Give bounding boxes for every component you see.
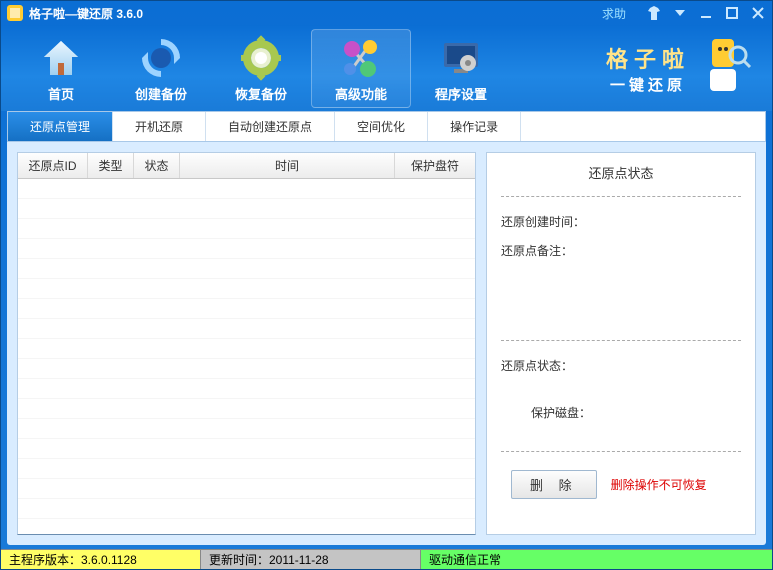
refresh-globe-icon [111,34,211,82]
workarea: 还原点ID 类型 状态 时间 保护盘符 还原点状态 还原创建时间： 还原点备注：… [7,142,766,545]
app-icon [7,5,23,21]
brand-area: 格子啦 一键还原 [511,35,762,102]
home-icon [11,34,111,82]
close-icon[interactable] [750,5,766,21]
nav-label: 首页 [11,84,111,103]
nav-advanced[interactable]: 高级功能 [311,29,411,108]
skin-icon[interactable] [646,5,662,21]
nav-label: 恢复备份 [211,84,311,103]
maximize-icon[interactable] [724,5,740,21]
delete-warning: 删除操作不可恢复 [611,476,707,493]
nav-create-backup[interactable]: 创建备份 [111,30,211,107]
content-area: 还原点管理 开机还原 自动创建还原点 空间优化 操作记录 还原点ID 类型 状态… [7,111,766,545]
gear-icon [211,34,311,82]
mascot-icon [698,35,752,102]
tab-operation-log[interactable]: 操作记录 [428,112,521,141]
titlebar: 格子啦—键还原 3.6.0 求助 [1,1,772,25]
col-time[interactable]: 时间 [180,153,395,178]
restore-point-table: 还原点ID 类型 状态 时间 保护盘符 [17,152,476,535]
nav-restore-backup[interactable]: 恢复备份 [211,30,311,107]
window-controls [646,5,766,21]
nav-label: 高级功能 [312,84,410,103]
tab-space-optimize[interactable]: 空间优化 [335,112,428,141]
nav-label: 程序设置 [411,84,511,103]
monitor-gear-icon [411,34,511,82]
dropdown-icon[interactable] [672,5,688,21]
minimize-icon[interactable] [698,5,714,21]
create-time-label: 还原创建时间： [501,213,741,230]
main-toolbar: 首页 创建备份 恢复备份 高级功能 程序设置 格子啦 一键还原 [1,25,772,111]
status-label: 还原点状态： [501,357,741,374]
status-version: 主程序版本：3.6.0.1128 [1,550,201,569]
remark-label: 还原点备注： [501,242,741,259]
status-pane: 还原点状态 还原创建时间： 还原点备注： 还原点状态： 保护磁盘： 删 除 删除… [486,152,756,535]
nav-home[interactable]: 首页 [11,30,111,107]
nodes-icon [312,34,410,82]
statusbar: 主程序版本：3.6.0.1128 更新时间：2011-11-28 驱动通信正常 [1,549,772,569]
table-header: 还原点ID 类型 状态 时间 保护盘符 [18,153,475,179]
tab-restore-point-manage[interactable]: 还原点管理 [8,112,113,141]
tab-boot-restore[interactable]: 开机还原 [113,112,206,141]
brand-subtitle: 一键还原 [606,74,690,95]
col-id[interactable]: 还原点ID [18,153,88,178]
col-type[interactable]: 类型 [88,153,134,178]
nav-settings[interactable]: 程序设置 [411,30,511,107]
help-link[interactable]: 求助 [602,5,626,22]
delete-button[interactable]: 删 除 [511,470,597,499]
status-driver: 驱动通信正常 [421,550,772,569]
table-body[interactable] [18,179,475,534]
col-status[interactable]: 状态 [134,153,180,178]
status-update-time: 更新时间：2011-11-28 [201,550,421,569]
window-title: 格子啦—键还原 3.6.0 [29,5,143,22]
subtab-bar: 还原点管理 开机还原 自动创建还原点 空间优化 操作记录 [7,111,766,142]
app-window: 格子啦—键还原 3.6.0 求助 首页 创建备份 恢复备份 高级功能 [0,0,773,570]
nav-label: 创建备份 [111,84,211,103]
action-row: 删 除 删除操作不可恢复 [501,470,741,499]
status-title: 还原点状态 [501,163,741,196]
brand-title: 格子啦 [606,42,690,74]
disk-label: 保护磁盘： [501,404,741,421]
col-protected-drive[interactable]: 保护盘符 [395,153,475,178]
tab-auto-create[interactable]: 自动创建还原点 [206,112,335,141]
status-box: 还原点状态 还原创建时间： 还原点备注： 还原点状态： 保护磁盘： 删 除 删除… [486,152,756,535]
